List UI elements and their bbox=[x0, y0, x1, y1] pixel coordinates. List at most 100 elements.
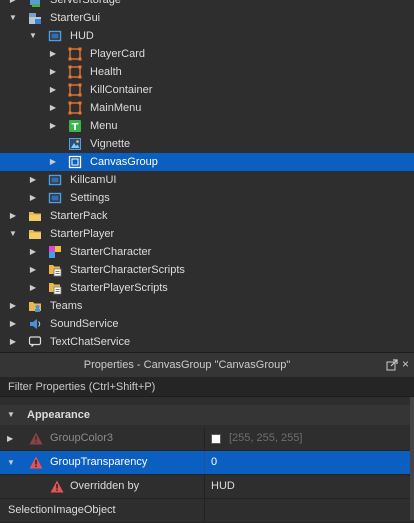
expand-arrow-icon[interactable]: ▶ bbox=[47, 45, 59, 63]
tree-item-player-card[interactable]: ▶ PlayerCard bbox=[0, 45, 414, 63]
frame-icon bbox=[68, 83, 82, 97]
expand-arrow-icon[interactable]: ▶ bbox=[7, 427, 19, 450]
tree-item-starter-character-scripts[interactable]: ▶ StarterCharacterScripts bbox=[0, 261, 414, 279]
column-divider bbox=[204, 475, 205, 498]
tree-item-starter-player[interactable]: ▼ StarterPlayer bbox=[0, 225, 414, 243]
expand-arrow-icon[interactable]: ▶ bbox=[47, 63, 59, 81]
image-label-icon bbox=[68, 137, 82, 151]
expand-arrow-icon[interactable]: ▶ bbox=[7, 315, 19, 333]
expand-arrow-icon[interactable]: ▶ bbox=[27, 261, 39, 279]
property-value[interactable]: 0 bbox=[211, 451, 217, 474]
expand-arrow-icon[interactable]: ▶ bbox=[7, 207, 19, 225]
warning-icon bbox=[29, 456, 43, 469]
column-divider bbox=[204, 451, 205, 474]
section-label: Appearance bbox=[27, 409, 90, 421]
tree-item-settings[interactable]: ▶ Settings bbox=[0, 189, 414, 207]
tree-item-label: KillContainer bbox=[90, 84, 153, 96]
collapse-arrow-icon[interactable]: ▼ bbox=[7, 9, 19, 27]
folder-script-icon bbox=[48, 281, 62, 295]
tree-item-label: ServerStorage bbox=[50, 0, 121, 6]
property-value[interactable]: HUD bbox=[211, 475, 235, 498]
expand-arrow-icon[interactable]: ▶ bbox=[7, 297, 19, 315]
close-icon[interactable]: × bbox=[402, 357, 412, 371]
tree-item-label: StarterPack bbox=[50, 210, 108, 222]
expand-arrow-icon[interactable]: ▶ bbox=[47, 153, 59, 171]
canvas-group-icon bbox=[68, 155, 82, 169]
tree-item-kill-container[interactable]: ▶ KillContainer bbox=[0, 81, 414, 99]
tree-item-starter-player-scripts[interactable]: ▶ StarterPlayerScripts bbox=[0, 279, 414, 297]
collapse-arrow-icon[interactable]: ▼ bbox=[7, 405, 19, 425]
tree-item-label: StarterPlayerScripts bbox=[70, 282, 168, 294]
tree-item-label: PlayerCard bbox=[90, 48, 146, 60]
expand-arrow-icon[interactable]: ▶ bbox=[7, 0, 19, 9]
tree-item-label: StarterCharacterScripts bbox=[70, 264, 185, 276]
tree-item-teams[interactable]: ▶ Teams bbox=[0, 297, 414, 315]
text-label-icon: T bbox=[68, 119, 82, 133]
frame-icon bbox=[68, 65, 82, 79]
tree-item-label: Vignette bbox=[90, 138, 131, 150]
section-appearance[interactable]: ▼ Appearance bbox=[0, 405, 414, 425]
warning-icon bbox=[50, 480, 64, 493]
collapse-arrow-icon[interactable]: ▼ bbox=[7, 451, 19, 474]
tree-item-label: HUD bbox=[70, 30, 94, 42]
teams-icon bbox=[28, 299, 42, 313]
explorer-panel: ▶ ServerStorage ▼ StarterGui ▼ HUD ▶ Pla… bbox=[0, 0, 414, 347]
tree-item-text-chat-service[interactable]: ▶ TextChatService bbox=[0, 333, 414, 347]
frame-icon bbox=[68, 47, 82, 61]
popout-icon[interactable] bbox=[386, 359, 398, 371]
tree-item-sound-service[interactable]: ▶ SoundService bbox=[0, 315, 414, 333]
tree-item-label: Teams bbox=[50, 300, 83, 312]
expand-arrow-icon[interactable]: ▶ bbox=[27, 243, 39, 261]
property-row-selection-image-object[interactable]: SelectionImageObject bbox=[0, 499, 414, 523]
screen-gui-icon bbox=[48, 191, 62, 205]
tree-item-label: SoundService bbox=[50, 318, 119, 330]
tree-item-label: StarterPlayer bbox=[50, 228, 115, 240]
warning-icon bbox=[29, 432, 43, 445]
property-value[interactable]: [255, 255, 255] bbox=[229, 427, 302, 450]
tree-item-starter-gui[interactable]: ▼ StarterGui bbox=[0, 9, 414, 27]
tree-item-server-storage[interactable]: ▶ ServerStorage bbox=[0, 0, 414, 9]
expand-arrow-icon[interactable]: ▶ bbox=[27, 279, 39, 297]
collapse-arrow-icon[interactable]: ▼ bbox=[27, 27, 39, 45]
expand-arrow-icon[interactable]: ▶ bbox=[47, 99, 59, 117]
expand-arrow-icon[interactable]: ▶ bbox=[47, 117, 59, 135]
property-name: GroupTransparency bbox=[50, 456, 148, 468]
tree-item-menu[interactable]: ▶ T Menu bbox=[0, 117, 414, 135]
expand-arrow-icon[interactable]: ▶ bbox=[27, 189, 39, 207]
properties-header: Properties - CanvasGroup "CanvasGroup" × bbox=[0, 353, 414, 377]
property-row-group-color3[interactable]: ▶ GroupColor3 [255, 255, 255] bbox=[0, 427, 414, 451]
tree-item-starter-character[interactable]: ▶ StarterCharacter bbox=[0, 243, 414, 261]
property-name: Overridden by bbox=[70, 480, 140, 492]
tree-item-label: MainMenu bbox=[90, 102, 142, 114]
tree-item-label: StarterGui bbox=[50, 12, 101, 24]
starter-gui-icon bbox=[28, 11, 42, 25]
color-swatch[interactable] bbox=[211, 434, 221, 444]
tree-item-label: Menu bbox=[90, 120, 118, 132]
filter-bar bbox=[0, 377, 414, 397]
tree-item-vignette[interactable]: Vignette bbox=[0, 135, 414, 153]
expand-arrow-icon[interactable]: ▶ bbox=[47, 81, 59, 99]
screen-gui-icon bbox=[48, 173, 62, 187]
column-divider bbox=[204, 427, 205, 450]
property-row-group-transparency[interactable]: ▼ GroupTransparency 0 bbox=[0, 451, 414, 475]
tree-item-label: KillcamUI bbox=[70, 174, 117, 186]
tree-item-canvas-group[interactable]: ▶ CanvasGroup bbox=[0, 153, 414, 171]
tree-item-label: StarterCharacter bbox=[70, 246, 152, 258]
frame-icon bbox=[68, 101, 82, 115]
tree-item-health[interactable]: ▶ Health bbox=[0, 63, 414, 81]
server-storage-icon bbox=[28, 0, 42, 7]
collapse-arrow-icon[interactable]: ▼ bbox=[7, 225, 19, 243]
tree-item-starter-pack[interactable]: ▶ StarterPack bbox=[0, 207, 414, 225]
folder-script-icon bbox=[48, 263, 62, 277]
sound-service-icon bbox=[28, 317, 42, 331]
tree-item-killcam-ui[interactable]: ▶ KillcamUI bbox=[0, 171, 414, 189]
tree-item-hud[interactable]: ▼ HUD bbox=[0, 27, 414, 45]
filter-properties-input[interactable] bbox=[0, 377, 414, 396]
expand-arrow-icon[interactable]: ▶ bbox=[7, 333, 19, 347]
tree-item-label: TextChatService bbox=[50, 336, 131, 347]
tree-item-main-menu[interactable]: ▶ MainMenu bbox=[0, 99, 414, 117]
scrollbar[interactable] bbox=[410, 397, 414, 520]
screen-gui-icon bbox=[48, 29, 62, 43]
expand-arrow-icon[interactable]: ▶ bbox=[27, 171, 39, 189]
property-row-overridden-by[interactable]: Overridden by HUD bbox=[0, 475, 414, 499]
